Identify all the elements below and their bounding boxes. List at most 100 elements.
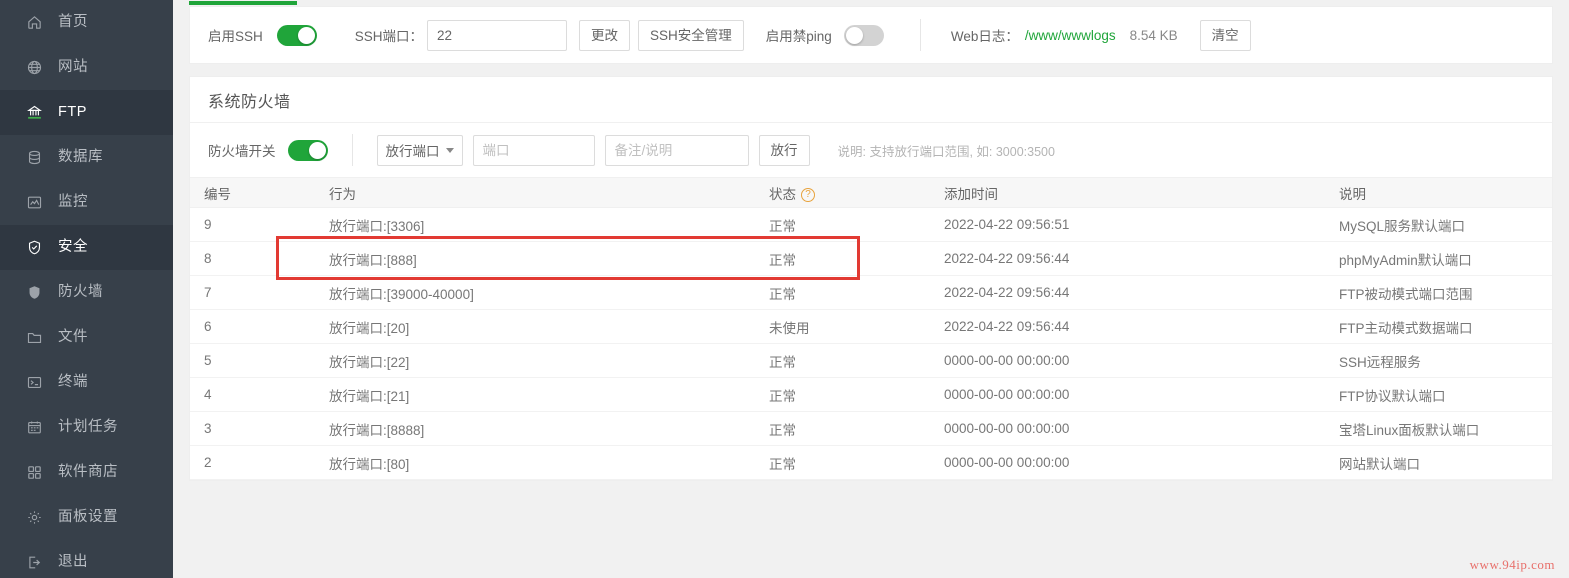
rule-id: 6 (190, 309, 315, 344)
rule-action: 放行端口:[22] (315, 343, 755, 378)
sidebar-item-3[interactable]: 数据库 (0, 135, 173, 180)
sidebar-item-12[interactable]: 退出 (0, 540, 173, 578)
ssh-toolbar: 启用SSH SSH端口： 更改 SSH安全管理 启用禁ping Web日志： /… (190, 7, 1552, 63)
rule-type-select[interactable]: 放行端口 (376, 134, 463, 166)
sidebar-item-10[interactable]: 软件商店 (0, 450, 173, 495)
rule-desc: FTP主动模式数据端口 (1325, 309, 1552, 344)
chevron-down-icon (445, 147, 454, 153)
home-icon (24, 13, 44, 33)
table-row[interactable]: 4 放行端口:[21] 正常 0000-00-00 00:00:00 FTP协议默认端口 (190, 377, 1552, 412)
enable-ssh-label: 启用SSH (208, 29, 263, 44)
sidebar-item-4[interactable]: 监控 (0, 180, 173, 225)
sidebar-item-1[interactable]: 网站 (0, 45, 173, 90)
table-row[interactable]: 8 放行端口:[888] 正常 2022-04-22 09:56:44 phpMyAdm… (190, 241, 1552, 276)
weblog-path-link[interactable]: /www/wwwlogs (1025, 28, 1116, 43)
firewall-toggle[interactable] (287, 139, 328, 161)
disable-ping-toggle[interactable] (843, 24, 884, 46)
main-content: 启用SSH SSH端口： 更改 SSH安全管理 启用禁ping Web日志： /… (173, 0, 1569, 578)
rule-status: 正常 (755, 445, 930, 480)
column-header-id: 编号 (190, 177, 315, 208)
sidebar-item-2[interactable]: FTP (0, 90, 173, 135)
shield-check-icon (24, 238, 44, 258)
rule-id: 4 (190, 377, 315, 412)
monitor-icon (24, 193, 44, 213)
rule-desc: 宝塔Linux面板默认端口 (1325, 411, 1552, 446)
rule-action: 放行端口:[888] (315, 241, 755, 276)
table-body: 9 放行端口:[3306] 正常 2022-04-22 09:56:51 MySQL服务… (190, 207, 1552, 480)
ftp-icon (24, 103, 44, 123)
rule-action: 放行端口:[80] (315, 445, 755, 480)
clear-log-button[interactable]: 清空 (1199, 19, 1251, 51)
rule-type-value: 放行端口 (385, 144, 440, 159)
rule-time: 2022-04-22 09:56:44 (930, 309, 1325, 344)
sidebar-item-label: 数据库 (58, 149, 103, 166)
rule-status: 正常 (755, 343, 930, 378)
sidebar-item-7[interactable]: 文件 (0, 315, 173, 360)
sidebar-item-8[interactable]: 终端 (0, 360, 173, 405)
rule-action: 放行端口:[39000-40000] (315, 275, 755, 310)
firewall-hint: 说明: 支持放行端口范围, 如: 3000:3500 (837, 144, 1055, 159)
rule-action: 放行端口:[21] (315, 377, 755, 412)
rule-desc: FTP协议默认端口 (1325, 377, 1552, 412)
ssh-port-input[interactable] (427, 19, 568, 51)
allow-button[interactable]: 放行 (758, 134, 810, 166)
rule-desc: MySQL服务默认端口 (1325, 207, 1552, 242)
rule-action: 放行端口:[8888] (315, 411, 755, 446)
rule-time: 0000-00-00 00:00:00 (930, 445, 1325, 480)
firewall-toolbar: 防火墙开关 放行端口 放行 说明: 支持放行端口范围, 如: 3000:3500 (190, 123, 1552, 177)
firewall-rules-table: 编号 行为 状态? 添加时间 说明 9 放行端口:[3306] 正常 2022-04-… (190, 177, 1552, 480)
weblog-label: Web日志： (950, 29, 1019, 44)
note-input[interactable] (604, 134, 749, 166)
sidebar-item-5[interactable]: 安全 (0, 225, 173, 270)
sidebar-item-11[interactable]: 面板设置 (0, 495, 173, 540)
table-row[interactable]: 7 放行端口:[39000-40000] 正常 2022-04-22 09:56:44… (190, 275, 1552, 310)
rule-desc: SSH远程服务 (1325, 343, 1552, 378)
port-input[interactable] (472, 134, 595, 166)
logout-icon (24, 553, 44, 573)
rule-time: 0000-00-00 00:00:00 (930, 411, 1325, 446)
firewall-switch-label: 防火墙开关 (208, 144, 276, 159)
rule-time: 2022-04-22 09:56:51 (930, 207, 1325, 242)
ssh-port-label: SSH端口： (354, 29, 424, 44)
table-row[interactable]: 3 放行端口:[8888] 正常 0000-00-00 00:00:00 宝塔Linux… (190, 411, 1552, 446)
rule-time: 0000-00-00 00:00:00 (930, 343, 1325, 378)
rule-desc: 网站默认端口 (1325, 445, 1552, 480)
rule-time: 0000-00-00 00:00:00 (930, 377, 1325, 412)
column-header-status-label: 状态 (769, 186, 796, 202)
rule-id: 9 (190, 207, 315, 242)
rule-status: 正常 (755, 207, 930, 242)
tab-bar (173, 0, 1569, 6)
table-row[interactable]: 5 放行端口:[22] 正常 0000-00-00 00:00:00 SSH远程服务 (190, 343, 1552, 378)
sidebar-item-label: 退出 (58, 554, 88, 571)
table-row[interactable]: 6 放行端口:[20] 未使用 2022-04-22 09:56:44 FTP主动模式数… (190, 309, 1552, 344)
table-row[interactable]: 9 放行端口:[3306] 正常 2022-04-22 09:56:51 MySQL服务… (190, 207, 1552, 242)
active-tab-indicator (189, 1, 297, 5)
ssh-security-button[interactable]: SSH安全管理 (638, 19, 744, 51)
column-header-status: 状态? (755, 177, 930, 208)
rule-time: 2022-04-22 09:56:44 (930, 241, 1325, 276)
sidebar-item-label: 终端 (58, 374, 88, 391)
rule-desc: FTP被动模式端口范围 (1325, 275, 1552, 310)
enable-ssh-toggle[interactable] (276, 24, 317, 46)
rule-action: 放行端口:[3306] (315, 207, 755, 242)
sidebar-item-label: 文件 (58, 329, 88, 346)
rule-id: 7 (190, 275, 315, 310)
change-port-button[interactable]: 更改 (579, 19, 631, 51)
sidebar-item-label: 防火墙 (58, 284, 103, 301)
rule-id: 8 (190, 241, 315, 276)
sidebar-item-label: 监控 (58, 194, 88, 211)
rule-status: 未使用 (755, 309, 930, 344)
rule-status: 正常 (755, 377, 930, 412)
rule-desc: phpMyAdmin默认端口 (1325, 241, 1552, 276)
sidebar-item-6[interactable]: 防火墙 (0, 270, 173, 315)
sidebar-item-9[interactable]: 计划任务 (0, 405, 173, 450)
sidebar-item-0[interactable]: 首页 (0, 0, 173, 45)
table-row[interactable]: 2 放行端口:[80] 正常 0000-00-00 00:00:00 网站默认端口 (190, 445, 1552, 480)
toolbar-divider (919, 19, 921, 51)
disable-ping-label: 启用禁ping (765, 29, 832, 44)
sidebar-item-label: 安全 (58, 239, 88, 256)
help-circle-icon[interactable]: ? (801, 187, 815, 202)
globe-icon (24, 58, 44, 78)
shield-solid-icon (24, 283, 44, 303)
column-header-action: 行为 (315, 177, 755, 208)
